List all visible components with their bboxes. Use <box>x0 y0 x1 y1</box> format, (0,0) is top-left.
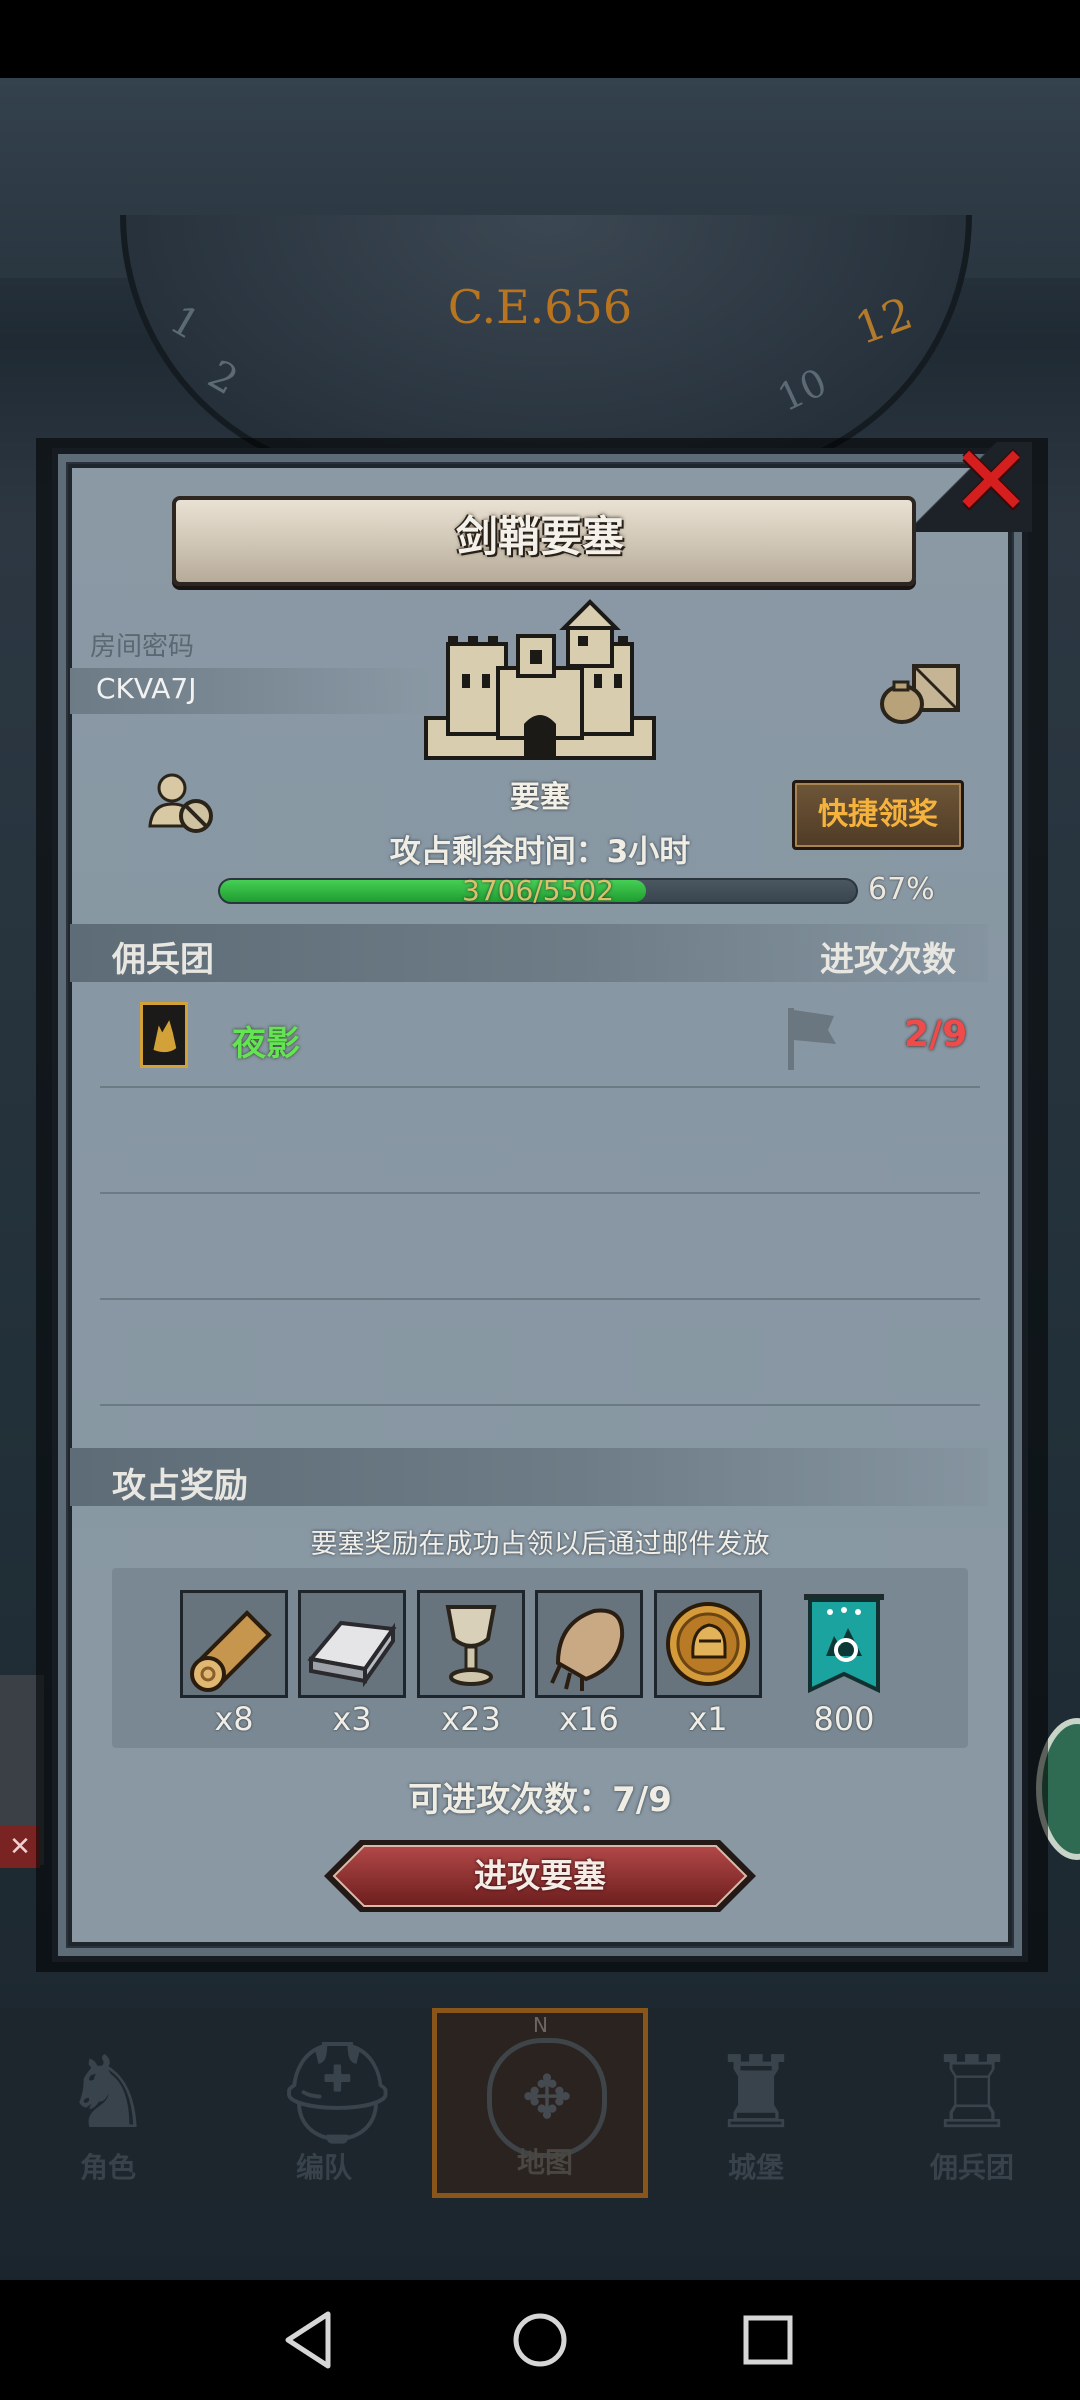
reward-qty: x16 <box>559 1700 619 1738</box>
mercenary-name: 夜影 <box>232 1024 300 1064</box>
recents-icon[interactable] <box>728 2300 808 2380</box>
reward-header: 攻占奖励 <box>112 1466 248 1506</box>
tower-icon: ♖ <box>927 2034 1017 2151</box>
room-code: CKVA7J <box>96 672 197 705</box>
helmet-icon: ⛑ <box>274 2034 401 2151</box>
knight-icon: ♞ <box>63 2034 153 2151</box>
reward-qty: x3 <box>332 1700 372 1738</box>
nav-label: 佣兵团 <box>929 2151 1014 2184</box>
mercenary-column-header: 佣兵团 <box>112 940 214 980</box>
fortress-icon <box>424 599 656 760</box>
nav-label: 地图 <box>516 2146 573 2179</box>
row-divider <box>100 1192 980 1194</box>
reward-slot[interactable] <box>417 1590 525 1698</box>
goblet-icon <box>445 1605 497 1686</box>
home-icon[interactable] <box>500 2300 580 2380</box>
capture-time-remaining: 攻占剩余时间：3小时 <box>389 834 691 870</box>
castle-icon: ♜ <box>711 2034 801 2151</box>
wolf-banner-icon <box>140 1002 188 1068</box>
attack-fortress-label[interactable]: 进攻要塞 <box>320 1836 760 1916</box>
nav-item-character[interactable]: ♞ 角色 <box>0 2008 216 2198</box>
row-divider <box>100 1086 980 1088</box>
nav-label: 编队 <box>295 2151 352 2184</box>
crossed-swords-icon[interactable]: ✕ <box>0 1826 40 1868</box>
supply-crate-icon[interactable] <box>878 660 964 726</box>
knight-medal-icon <box>666 1602 750 1686</box>
nav-label: 角色 <box>79 2151 136 2184</box>
reward-slot[interactable] <box>180 1590 288 1698</box>
attacks-column-header: 进攻次数 <box>820 940 956 980</box>
remaining-attempts: 可进攻次数：7/9 <box>408 1780 672 1820</box>
no-user-icon[interactable] <box>146 770 216 836</box>
reward-slot[interactable] <box>790 1590 898 1698</box>
nav-item-map[interactable]: N ✥ 地图 <box>432 2008 648 2198</box>
building-type-label: 要塞 <box>510 780 570 815</box>
nav-label: 城堡 <box>727 2151 784 2184</box>
nav-item-formation[interactable]: ⛑ 编队 <box>216 2008 432 2198</box>
log-icon <box>190 1610 272 1692</box>
room-password-label: 房间密码 <box>90 632 195 662</box>
reward-slot[interactable] <box>298 1590 406 1698</box>
dialog-title: 剑鞘要塞 <box>455 512 624 561</box>
iron-ingot-icon <box>307 1620 397 1688</box>
reward-note: 要塞奖励在成功占领以后通过邮件发放 <box>310 1529 770 1560</box>
reward-qty: x8 <box>214 1700 254 1738</box>
close-icon[interactable]: ✕ <box>946 433 1036 531</box>
back-icon[interactable] <box>270 2300 350 2380</box>
quick-claim-button[interactable]: 快捷领奖 <box>792 780 964 850</box>
row-divider <box>100 1298 980 1300</box>
compass-map-icon: ✥ <box>487 2038 607 2158</box>
status-bar <box>0 0 1080 78</box>
compass-north-letter: N <box>533 2013 548 2037</box>
nav-item-mercenary[interactable]: ♖ 佣兵团 <box>864 2008 1080 2198</box>
era-year-text: C.E.656 <box>447 280 633 334</box>
nav-item-castle[interactable]: ♜ 城堡 <box>648 2008 864 2198</box>
capture-progress-percent: 67% <box>868 872 935 907</box>
reward-qty: 800 <box>813 1700 875 1738</box>
reward-slot[interactable] <box>654 1590 762 1698</box>
guild-banner-icon <box>804 1594 884 1694</box>
reward-slot[interactable] <box>535 1590 643 1698</box>
mercenary-attack-count: 2/9 <box>904 1014 968 1055</box>
reward-qty: x23 <box>441 1700 501 1738</box>
row-divider <box>100 1404 980 1406</box>
fur-pelt-icon <box>550 1608 625 1691</box>
flag-icon <box>788 1008 836 1070</box>
reward-qty: x1 <box>688 1700 728 1738</box>
capture-progress-text: 3706/5502 <box>462 874 614 907</box>
